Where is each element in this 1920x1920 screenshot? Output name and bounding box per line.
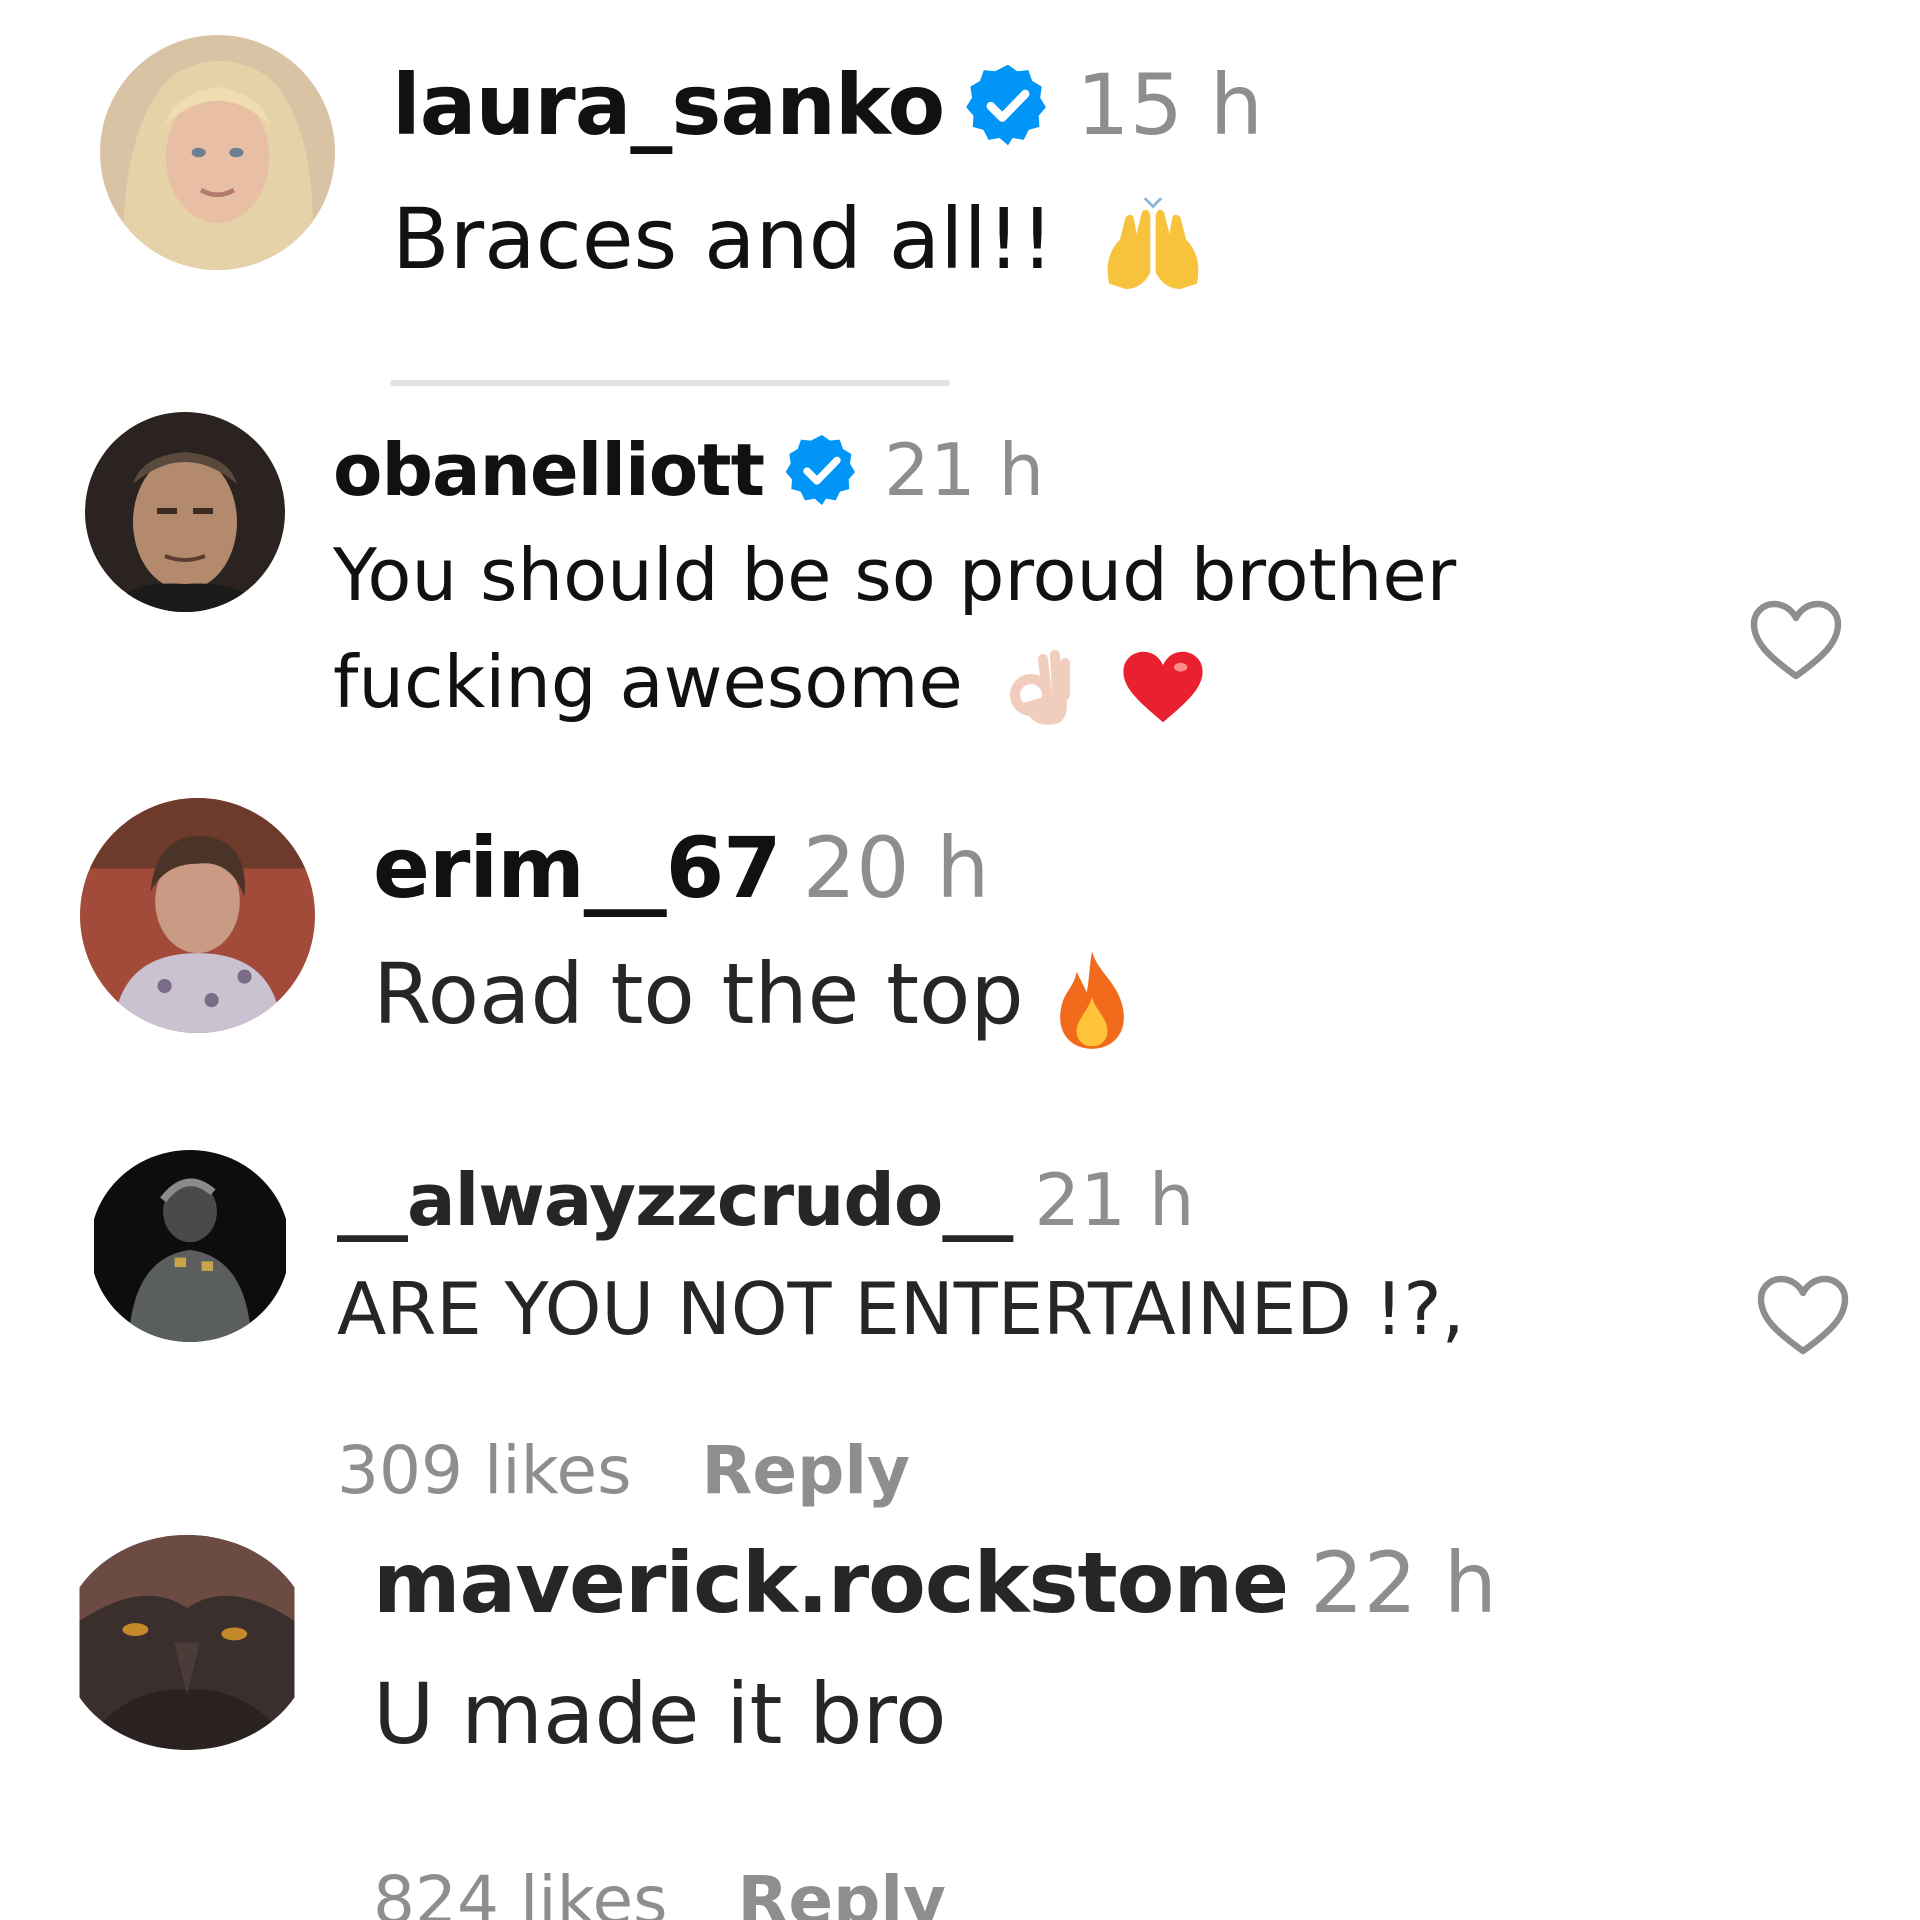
comment-text: Road to the top: [373, 945, 1134, 1054]
verified-badge-icon: [962, 59, 1054, 151]
divider: [390, 380, 950, 386]
comment-time: 20 h: [802, 818, 990, 917]
comment-time: 21 h: [1034, 1158, 1195, 1242]
avatar-maverick[interactable]: [62, 1535, 312, 1750]
comment-header: erim__67 20 h: [373, 815, 989, 920]
ok-hand-emoji: [1003, 642, 1083, 732]
username[interactable]: laura_sanko: [392, 56, 945, 154]
comment-meta: 309 likes Reply: [337, 1432, 910, 1509]
likes-count[interactable]: 824 likes: [373, 1862, 668, 1920]
username[interactable]: erim__67: [373, 819, 782, 917]
username[interactable]: maverick.rockstone: [373, 1534, 1289, 1632]
comment-time: 22 h: [1310, 1533, 1497, 1632]
comment-text: Braces and all!!: [392, 190, 1208, 300]
comment-header: __alwayzzcrudo__ 21 h: [337, 1150, 1195, 1250]
comment-header: obanelliott 21 h: [333, 420, 1044, 520]
comment-header: maverick.rockstone 22 h: [373, 1530, 1497, 1635]
comment-time: 21 h: [884, 428, 1045, 512]
username[interactable]: __alwayzzcrudo__: [337, 1158, 1013, 1242]
like-heart-icon[interactable]: [1755, 1270, 1851, 1360]
comment-text: U made it bro: [373, 1665, 947, 1763]
verified-badge-icon: [782, 430, 862, 510]
likes-count[interactable]: 309 likes: [337, 1432, 632, 1509]
avatar-erim[interactable]: [80, 798, 315, 1033]
comment-time: 15 h: [1076, 56, 1264, 154]
raising-hands-emoji: [1098, 190, 1208, 300]
comment-header: laura_sanko 15 h: [392, 55, 1263, 155]
comment-text: ARE YOU NOT ENTERTAINED !?,: [337, 1267, 1465, 1351]
comment-meta: 824 likes Reply: [373, 1862, 946, 1920]
reply-button[interactable]: Reply: [738, 1862, 946, 1920]
comment-text-line-1: You should be so proud brother: [333, 533, 1457, 617]
username[interactable]: obanelliott: [333, 428, 765, 512]
red-heart-emoji: [1119, 647, 1207, 727]
reply-button[interactable]: Reply: [702, 1432, 910, 1509]
avatar-laura-sanko[interactable]: [100, 35, 335, 270]
avatar-obanelliott[interactable]: [85, 412, 285, 612]
fire-emoji: [1050, 946, 1134, 1054]
like-heart-icon[interactable]: [1748, 595, 1844, 685]
avatar-alwayzzcrudo[interactable]: [90, 1150, 290, 1342]
comment-text-line-2: fucking awesome: [333, 640, 1207, 732]
